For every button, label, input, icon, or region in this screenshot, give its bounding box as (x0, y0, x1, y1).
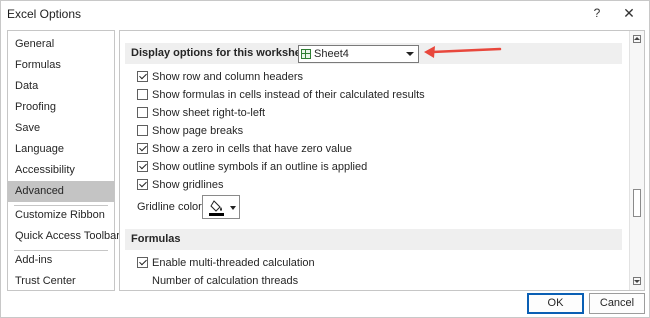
option-show-zero[interactable]: Show a zero in cells that have zero valu… (137, 142, 397, 157)
cancel-button[interactable]: Cancel (589, 293, 645, 314)
options-category-list: General Formulas Data Proofing Save Lang… (7, 30, 120, 292)
checkbox[interactable] (137, 257, 148, 268)
nav-item-general[interactable]: General (8, 34, 114, 55)
option-show-gridlines[interactable]: Show gridlines (137, 178, 337, 193)
help-button[interactable]: ? (588, 4, 606, 22)
paint-bucket-icon (210, 200, 222, 212)
option-label: Show sheet right-to-left (152, 107, 266, 119)
scroll-up-icon[interactable] (633, 35, 641, 43)
checkbox[interactable] (137, 71, 148, 82)
option-show-formulas[interactable]: Show formulas in cells instead of their … (137, 88, 437, 103)
checkbox[interactable] (137, 89, 148, 100)
checkbox[interactable] (137, 107, 148, 118)
nav-item-language[interactable]: Language (8, 139, 114, 160)
option-label: Show a zero in cells that have zero valu… (152, 143, 352, 155)
ok-button[interactable]: OK (527, 293, 584, 314)
nav-item-formulas[interactable]: Formulas (8, 55, 114, 76)
title-bar: Excel Options ? ✕ (1, 1, 649, 27)
gridline-color-picker[interactable] (202, 195, 240, 219)
close-button[interactable]: ✕ (619, 4, 639, 22)
nav-item-add-ins[interactable]: Add-ins (8, 250, 114, 271)
option-show-outline-symbols[interactable]: Show outline symbols if an outline is ap… (137, 160, 417, 175)
checkbox[interactable] (137, 143, 148, 154)
nav-item-save[interactable]: Save (8, 118, 114, 139)
option-label: Show row and column headers (152, 71, 304, 83)
scrollbar-thumb[interactable] (633, 189, 641, 217)
checkbox[interactable] (137, 179, 148, 190)
option-label: Show page breaks (152, 125, 244, 137)
calculation-threads-label: Number of calculation threads (152, 275, 299, 287)
nav-item-advanced[interactable]: Advanced (8, 181, 114, 202)
gridline-color-swatch (209, 213, 224, 216)
nav-item-customize-ribbon[interactable]: Customize Ribbon (8, 205, 114, 226)
advanced-options-panel: Display options for this worksheet: Shee… (119, 30, 645, 291)
worksheet-select[interactable]: Sheet4 (298, 45, 419, 63)
annotation-arrow-icon (424, 46, 502, 58)
scroll-down-icon[interactable] (633, 277, 641, 285)
option-label: Enable multi-threaded calculation (152, 257, 315, 269)
vertical-scrollbar[interactable] (629, 31, 644, 290)
option-label: Show formulas in cells instead of their … (152, 89, 425, 101)
nav-item-quick-access-toolbar[interactable]: Quick Access Toolbar (8, 226, 120, 247)
option-label: Show gridlines (152, 179, 224, 191)
option-label: Show outline symbols if an outline is ap… (152, 161, 368, 173)
nav-item-data[interactable]: Data (8, 76, 114, 97)
chevron-down-icon (406, 52, 414, 56)
chevron-down-icon (230, 206, 236, 210)
nav-item-accessibility[interactable]: Accessibility (8, 160, 114, 181)
checkbox[interactable] (137, 125, 148, 136)
nav-item-proofing[interactable]: Proofing (8, 97, 114, 118)
option-sheet-right-to-left[interactable]: Show sheet right-to-left (137, 106, 337, 121)
worksheet-select-value: Sheet4 (314, 48, 349, 60)
worksheet-icon (301, 49, 311, 59)
nav-item-trust-center[interactable]: Trust Center (8, 271, 114, 292)
gridline-color-label: Gridline color (137, 201, 202, 213)
excel-options-dialog: Excel Options ? ✕ General Formulas Data … (0, 0, 650, 318)
option-show-page-breaks[interactable]: Show page breaks (137, 124, 337, 139)
option-multithreaded-calculation[interactable]: Enable multi-threaded calculation (137, 256, 387, 271)
dialog-title: Excel Options (7, 7, 82, 21)
checkbox[interactable] (137, 161, 148, 172)
formulas-heading: Formulas (125, 229, 622, 250)
option-show-headers[interactable]: Show row and column headers (137, 70, 387, 85)
